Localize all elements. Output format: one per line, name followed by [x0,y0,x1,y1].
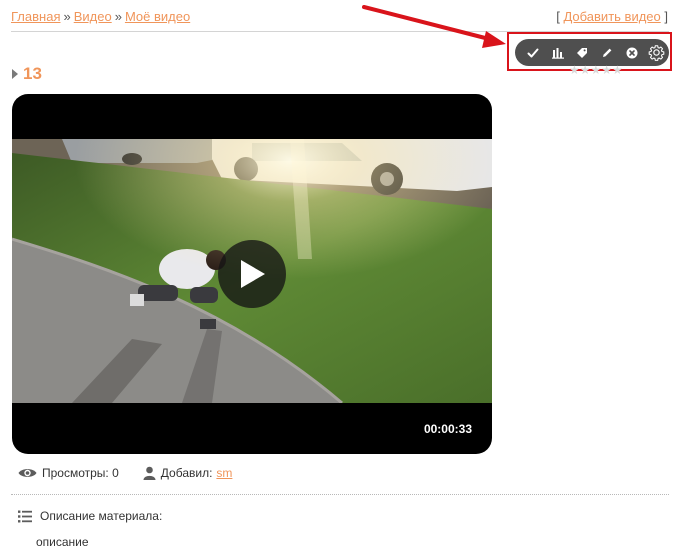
entry-title: 13 [23,64,42,83]
breadcrumb-my-video-link[interactable]: Моё видео [125,9,190,24]
description-text: описание [36,535,89,546]
bracket-close: ] [664,9,668,24]
video-duration: 00:00:33 [423,422,472,436]
page: Главная» Видео» Моё видео [ Добавить видео… [0,0,684,546]
breadcrumb-separator: » [63,9,71,24]
play-icon [241,260,265,288]
admin-toolbar [515,39,669,66]
video-meta: Просмотры: 0 Добавил: sm [18,466,232,480]
breadcrumb-separator: » [114,9,122,24]
added-by-label: Добавил: [160,466,213,480]
add-video-area: [ Добавить видео ] [556,9,668,24]
bracket-open: [ [556,9,560,24]
approve-button[interactable] [521,39,546,66]
meta-divider [11,494,669,495]
rating-stars[interactable]: ★★★★★ [569,64,623,76]
edit-button[interactable] [595,39,620,66]
breadcrumb-home-link[interactable]: Главная [11,9,60,24]
delete-button[interactable] [620,39,645,66]
views-info: Просмотры: 0 [18,466,119,480]
breadcrumb-video-link[interactable]: Видео [74,9,112,24]
check-icon [527,48,539,57]
user-icon [143,466,156,480]
description-header: Описание материала: [18,509,162,523]
author-link[interactable]: sm [216,466,232,480]
author-info: Добавил: sm [143,466,232,480]
eye-icon [18,469,37,477]
add-video-link[interactable]: Добавить видео [563,9,660,24]
stats-button[interactable] [546,39,571,66]
settings-button[interactable] [644,39,669,66]
description-heading: Описание материала: [40,509,163,523]
tag-icon [577,47,588,58]
tags-button[interactable] [570,39,595,66]
play-button[interactable] [218,240,286,308]
title-arrow-icon [12,69,18,79]
views-count: Просмотры: 0 [42,466,119,480]
stats-icon [552,47,564,59]
delete-icon [626,47,638,58]
list-icon [18,510,32,522]
video-player[interactable]: 00:00:33 [12,94,492,454]
breadcrumb: Главная» Видео» Моё видео [11,9,190,24]
gear-icon [648,45,665,61]
edit-pencil-icon [603,48,612,57]
